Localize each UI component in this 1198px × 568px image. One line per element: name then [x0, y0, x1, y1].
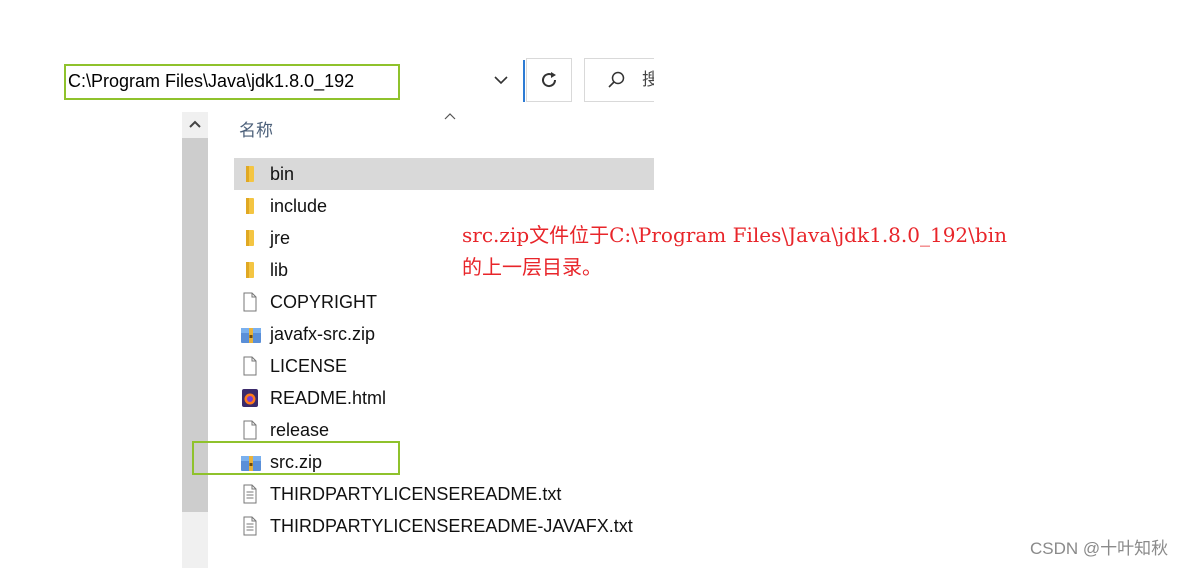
chevron-down-icon[interactable]: [492, 70, 510, 90]
file-icon: [240, 292, 260, 312]
file-name: release: [270, 420, 330, 440]
src-zip-highlight-box: [192, 441, 400, 475]
watermark: CSDN @十叶知秋: [1030, 539, 1169, 558]
column-header-name[interactable]: 名称: [239, 120, 273, 142]
firefox-html-icon: [240, 388, 260, 408]
file-name: COPYRIGHT: [270, 292, 378, 312]
file-name: THIRDPARTYLICENSEREADME-JAVAFX.txt: [270, 516, 633, 536]
zip-archive-icon: [240, 324, 261, 344]
file-icon: [240, 356, 260, 376]
folder-icon: [240, 196, 260, 216]
file-icon: [240, 420, 260, 440]
file-name: javafx-src.zip: [270, 324, 376, 344]
file-name: include: [270, 196, 328, 216]
annotation-line-1: src.zip文件位于C:\Program Files\Java\jdk1.8.…: [462, 223, 1007, 247]
annotation-line-2: 的上一层目录。: [462, 255, 602, 279]
file-row-license[interactable]: LICENSE: [234, 350, 654, 382]
refresh-icon: [542, 72, 557, 88]
refresh-button[interactable]: [526, 58, 572, 102]
file-row-bin[interactable]: bin: [234, 158, 654, 190]
folder-icon: [240, 228, 260, 248]
file-name: lib: [270, 260, 289, 280]
search-placeholder: 搜: [642, 70, 654, 89]
scroll-up-button[interactable]: [182, 112, 208, 136]
chevron-up-icon: [189, 120, 201, 128]
file-name: jre: [270, 228, 291, 248]
file-name: THIRDPARTYLICENSEREADME.txt: [270, 484, 562, 504]
folder-icon: [240, 164, 260, 184]
file-row-thirdpartylicensereadme-javafx-txt[interactable]: THIRDPARTYLICENSEREADME-JAVAFX.txt: [234, 510, 654, 542]
text-file-icon: [240, 516, 260, 536]
file-name: README.html: [270, 388, 387, 408]
sort-ascending-icon: [443, 108, 457, 120]
address-path[interactable]: C:\Program Files\Java\jdk1.8.0_192: [68, 70, 354, 92]
search-icon: [606, 70, 626, 90]
text-file-icon: [240, 484, 260, 504]
file-row-include[interactable]: include: [234, 190, 654, 222]
file-row-copyright[interactable]: COPYRIGHT: [234, 286, 654, 318]
address-focus-divider: [523, 60, 525, 102]
file-name: LICENSE: [270, 356, 348, 376]
file-name: bin: [270, 164, 295, 184]
file-row-readme-html[interactable]: README.html: [234, 382, 654, 414]
file-row-thirdpartylicensereadme-txt[interactable]: THIRDPARTYLICENSEREADME.txt: [234, 478, 654, 510]
file-row-javafx-src-zip[interactable]: javafx-src.zip: [234, 318, 654, 350]
folder-icon: [240, 260, 260, 280]
